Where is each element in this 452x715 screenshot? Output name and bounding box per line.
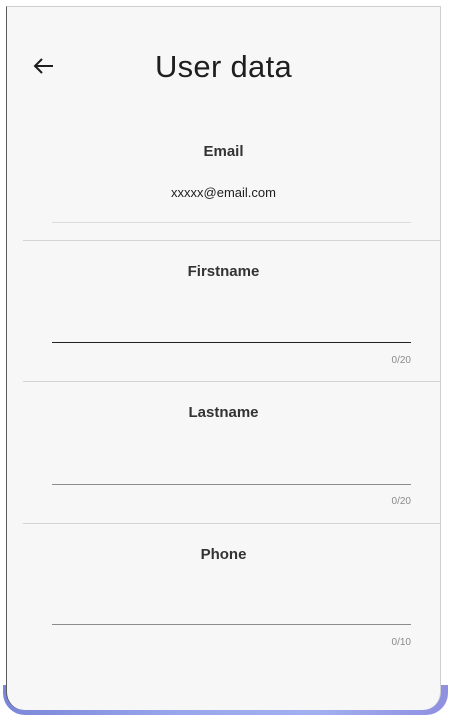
phone-counter: 0/10 <box>391 637 411 648</box>
user-data-screen: User data Email xxxxx@email.com Firstnam… <box>6 6 441 710</box>
back-button[interactable] <box>29 51 59 81</box>
firstname-section: Firstname 0/20 <box>7 247 440 382</box>
section-divider <box>23 240 440 241</box>
phone-input[interactable] <box>52 594 411 624</box>
firstname-input[interactable] <box>52 312 411 342</box>
lastname-section: Lastname 0/20 <box>7 388 440 523</box>
lastname-label: Lastname <box>188 404 259 421</box>
app-bar: User data <box>7 7 440 117</box>
section-divider <box>23 381 440 382</box>
lastname-underline <box>52 484 411 485</box>
arrow-left-icon <box>33 58 53 74</box>
lastname-counter: 0/20 <box>391 496 411 507</box>
firstname-underline <box>52 342 411 343</box>
phone-label: Phone <box>200 546 247 563</box>
email-label: Email <box>203 143 244 160</box>
phone-section: Phone 0/10 <box>7 530 440 665</box>
page-title: User data <box>154 49 293 84</box>
section-divider <box>23 523 440 524</box>
lastname-input[interactable] <box>52 454 411 484</box>
email-section: Email xxxxx@email.com <box>7 137 440 237</box>
email-underline <box>52 222 411 223</box>
firstname-label: Firstname <box>187 263 260 280</box>
firstname-counter: 0/20 <box>391 355 411 366</box>
email-value: xxxxx@email.com <box>171 185 276 200</box>
phone-underline <box>52 624 411 625</box>
